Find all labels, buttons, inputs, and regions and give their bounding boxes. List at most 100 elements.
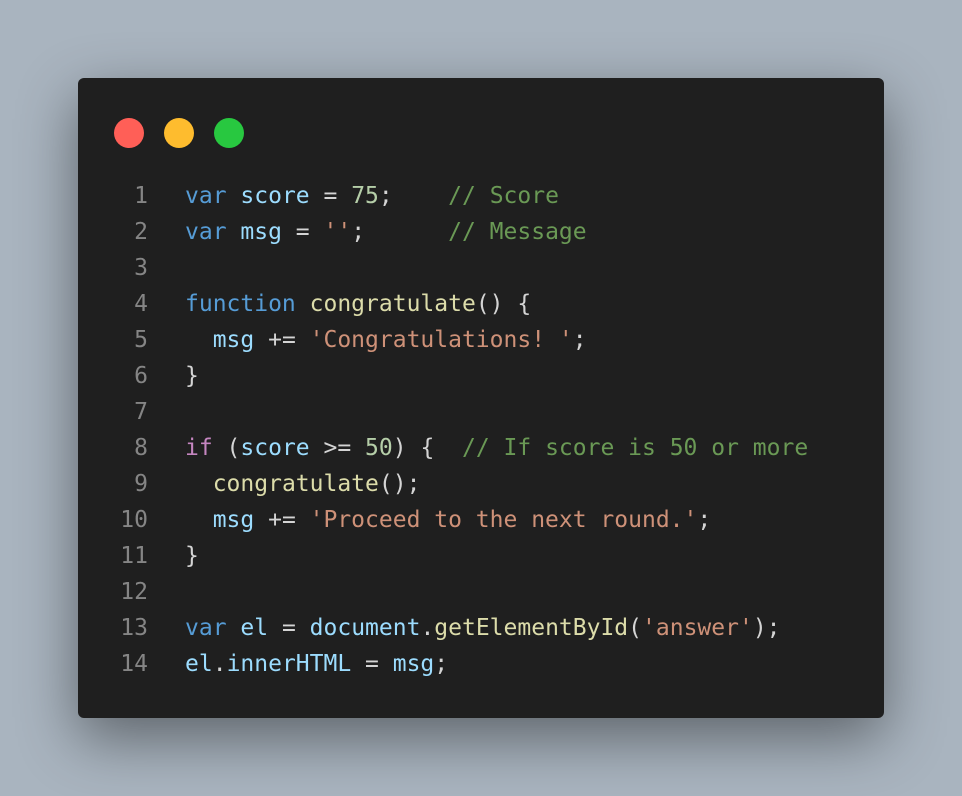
- code-text: msg += 'Congratulations! ';: [185, 322, 587, 358]
- code-token: =: [268, 615, 310, 641]
- line-number: 1: [134, 183, 148, 209]
- code-text: var msg = ''; // Message: [185, 214, 587, 250]
- code-token: ;: [572, 327, 587, 353]
- code-token: () {: [475, 291, 532, 317]
- code-token: function: [185, 291, 296, 317]
- line-number: 2: [134, 219, 148, 245]
- code-token: msg: [212, 327, 255, 353]
- line-number: 10: [120, 507, 148, 533]
- code-token: ;: [351, 219, 449, 245]
- code-token: ;: [378, 183, 449, 209]
- code-token: }: [185, 543, 199, 569]
- code-token: // If score is 50 or more: [462, 435, 809, 461]
- line-number: 11: [120, 543, 148, 569]
- code-text: msg += 'Proceed to the next round.';: [185, 502, 712, 538]
- code-token: el: [240, 615, 269, 641]
- code-token: score: [240, 435, 310, 461]
- code-text: el.innerHTML = msg;: [185, 646, 448, 682]
- code-line: 12: [78, 574, 884, 610]
- code-token: ) {: [392, 435, 462, 461]
- code-token: var: [185, 183, 227, 209]
- code-line: 3: [78, 250, 884, 286]
- code-text: if (score >= 50) { // If score is 50 or …: [185, 430, 808, 466]
- code-token: document: [309, 615, 421, 641]
- code-token: getElementById: [434, 615, 629, 641]
- code-token: 'Congratulations! ': [309, 327, 573, 353]
- code-token: // Score: [448, 183, 559, 209]
- code-text: }: [185, 538, 199, 574]
- code-token: .: [212, 651, 227, 677]
- code-token: .: [420, 615, 435, 641]
- code-text: var el = document.getElementById('answer…: [185, 610, 781, 646]
- code-line: 9 congratulate();: [78, 466, 884, 502]
- code-token: }: [185, 363, 199, 389]
- code-token: msg: [392, 651, 435, 677]
- line-number: 5: [134, 327, 148, 353]
- code-token: innerHTML: [226, 651, 352, 677]
- line-number: 6: [134, 363, 148, 389]
- code-token: =: [309, 183, 352, 209]
- code-token: msg: [240, 219, 282, 245]
- code-line: 11}: [78, 538, 884, 574]
- code-token: =: [351, 651, 393, 677]
- code-token: 'answer': [642, 615, 753, 641]
- code-line: 5 msg += 'Congratulations! ';: [78, 322, 884, 358]
- line-number: 9: [134, 471, 148, 497]
- code-token: var: [185, 219, 227, 245]
- code-token: +=: [254, 507, 310, 533]
- code-line: 6}: [78, 358, 884, 394]
- code-line: 2 var msg = ''; // Message: [78, 214, 884, 250]
- code-line: 4 function congratulate() {: [78, 286, 884, 322]
- code-token: =: [281, 219, 324, 245]
- code-text: var score = 75; // Score: [185, 178, 559, 214]
- code-token: >=: [309, 435, 366, 461]
- line-number: 12: [120, 579, 148, 605]
- code-token: var: [185, 615, 227, 641]
- code-token: 50: [365, 435, 393, 461]
- code-line: 8 if (score >= 50) { // If score is 50 or…: [78, 430, 884, 466]
- code-token: ();: [378, 471, 421, 497]
- code-token: (: [628, 615, 643, 641]
- maximize-window-button[interactable]: [214, 118, 244, 148]
- line-number: 14: [120, 651, 148, 677]
- code-text: congratulate();: [185, 466, 421, 502]
- code-token: (: [212, 435, 241, 461]
- code-token: 'Proceed to the next round.': [309, 507, 698, 533]
- minimize-window-button[interactable]: [164, 118, 194, 148]
- close-window-button[interactable]: [114, 118, 144, 148]
- line-number: 8: [134, 435, 148, 461]
- code-token: msg: [212, 507, 255, 533]
- code-line: 13 var el = document.getElementById('answ…: [78, 610, 884, 646]
- code-editor[interactable]: 1 var score = 75; // Score 2 var msg = ''; …: [78, 178, 884, 682]
- code-token: congratulate: [309, 291, 476, 317]
- code-token: congratulate: [212, 471, 379, 497]
- code-token: // Message: [448, 219, 587, 245]
- code-token: score: [240, 183, 310, 209]
- code-text: function congratulate() {: [185, 286, 531, 322]
- code-token: ;: [434, 651, 449, 677]
- code-line: 10 msg += 'Proceed to the next round.';: [78, 502, 884, 538]
- code-text: }: [185, 358, 199, 394]
- code-line: 1 var score = 75; // Score: [78, 178, 884, 214]
- code-token: +=: [254, 327, 310, 353]
- line-number: 7: [134, 399, 148, 425]
- code-token: ;: [697, 507, 712, 533]
- line-number: 4: [134, 291, 148, 317]
- code-token: 75: [351, 183, 379, 209]
- code-token: '': [323, 219, 352, 245]
- code-window: 1 var score = 75; // Score 2 var msg = ''; …: [78, 78, 884, 718]
- code-token: el: [185, 651, 213, 677]
- code-line: 14 el.innerHTML = msg;: [78, 646, 884, 682]
- line-number: 3: [134, 255, 148, 281]
- code-line: 7: [78, 394, 884, 430]
- code-token: );: [752, 615, 781, 641]
- line-number: 13: [120, 615, 148, 641]
- code-token: if: [185, 435, 213, 461]
